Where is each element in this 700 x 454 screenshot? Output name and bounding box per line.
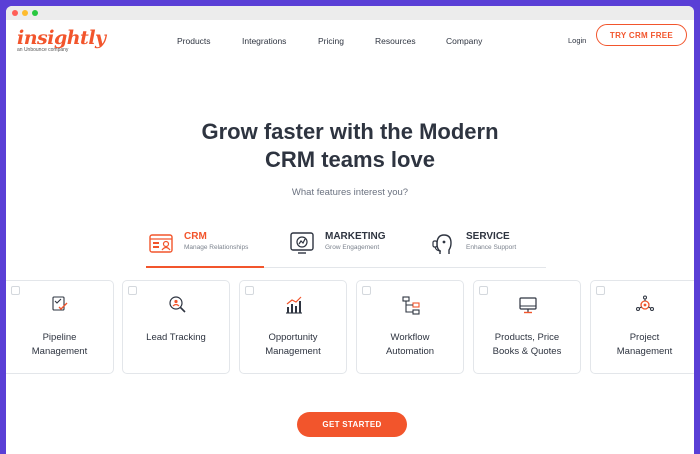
nav-item-resources[interactable]: Resources [375,36,416,46]
browser-window: insightly an Unbounce company Products I… [6,6,694,454]
try-crm-free-button[interactable]: TRY CRM FREE [596,24,687,46]
monitor-icon [519,297,537,314]
browser-chrome [6,6,694,20]
checklist-icon [52,296,68,311]
feature-card-workflow-automation[interactable]: Workflow Automation [356,280,464,374]
feature-card-pipeline-management[interactable]: Pipeline Management [6,280,114,374]
feature-card-lead-tracking[interactable]: Lead Tracking [122,280,230,374]
tab-marketing[interactable]: MARKETING Grow Engagement [289,228,386,268]
hero-subtitle: What features interest you? [291,187,409,198]
feature-checkbox[interactable] [596,286,605,295]
card-label-line-1: Lead Tracking [146,332,206,343]
card-label-line-2: Books & Quotes [492,346,562,357]
get-started-button[interactable]: GET STARTED [297,412,407,437]
tab-service-desc: Enhance Support [466,244,517,251]
tab-service[interactable]: SERVICE Enhance Support [430,228,516,268]
card-label-line-1: Project [629,332,660,343]
feature-card-products-price-books-quotes[interactable]: Products, Price Books & Quotes [473,280,581,374]
tab-crm-name: CRM [184,231,207,242]
tab-service-name: SERVICE [466,231,510,242]
logo-wordmark: insightly [17,27,106,49]
growth-chart-icon [290,232,314,254]
feature-checkbox[interactable] [128,286,137,295]
tab-marketing-name: MARKETING [325,231,386,242]
card-label-line-2: Management [265,346,321,357]
nav-item-company[interactable]: Company [446,36,482,46]
nav-item-pricing[interactable]: Pricing [318,36,344,46]
card-label-line-1: Pipeline [42,332,77,343]
tab-crm[interactable]: CRM Manage Relationships [148,228,248,268]
hero-title-line-2: CRM teams love [265,147,435,172]
feature-tabs: CRM Manage Relationships MARKETING Grow … [146,228,546,268]
headset-icon [432,234,452,254]
hero-title-line-1: Grow faster with the Modern [201,119,499,144]
minimize-window-dot[interactable] [22,10,28,16]
card-label-line-2: Management [616,346,673,357]
maximize-window-dot[interactable] [32,10,38,16]
feature-card-project-management[interactable]: Project Management [590,280,694,374]
close-window-dot[interactable] [12,10,18,16]
feature-card-opportunity-management[interactable]: Opportunity Management [239,280,347,374]
card-label-line-1: Products, Price [494,332,560,343]
card-label-line-1: Workflow [390,332,430,343]
card-label-line-2: Management [31,346,88,357]
gear-network-icon [636,295,654,311]
workflow-icon [402,296,420,315]
login-link[interactable]: Login [568,36,586,45]
contact-card-icon [149,234,173,253]
insightly-logo[interactable]: insightly an Unbounce company [17,28,106,53]
feature-checkbox[interactable] [362,286,371,295]
tab-marketing-desc: Grow Engagement [325,244,380,251]
hero-title: Grow faster with the Modern CRM teams lo… [6,118,694,174]
nav-item-products[interactable]: Products [177,36,211,46]
feature-checkbox[interactable] [11,286,20,295]
feature-checkbox[interactable] [479,286,488,295]
tab-crm-desc: Manage Relationships [184,244,249,251]
card-label-line-2: Automation [385,346,435,357]
card-label-line-1: Opportunity [268,332,318,343]
bar-chart-icon [286,296,302,314]
magnifier-person-icon [169,296,186,313]
active-tab-underline [146,266,264,268]
feature-checkbox[interactable] [245,286,254,295]
nav-item-integrations[interactable]: Integrations [242,36,286,46]
feature-cards: Pipeline Management Lead Tracking Opport… [6,280,694,374]
top-nav: insightly an Unbounce company Products I… [6,20,694,62]
